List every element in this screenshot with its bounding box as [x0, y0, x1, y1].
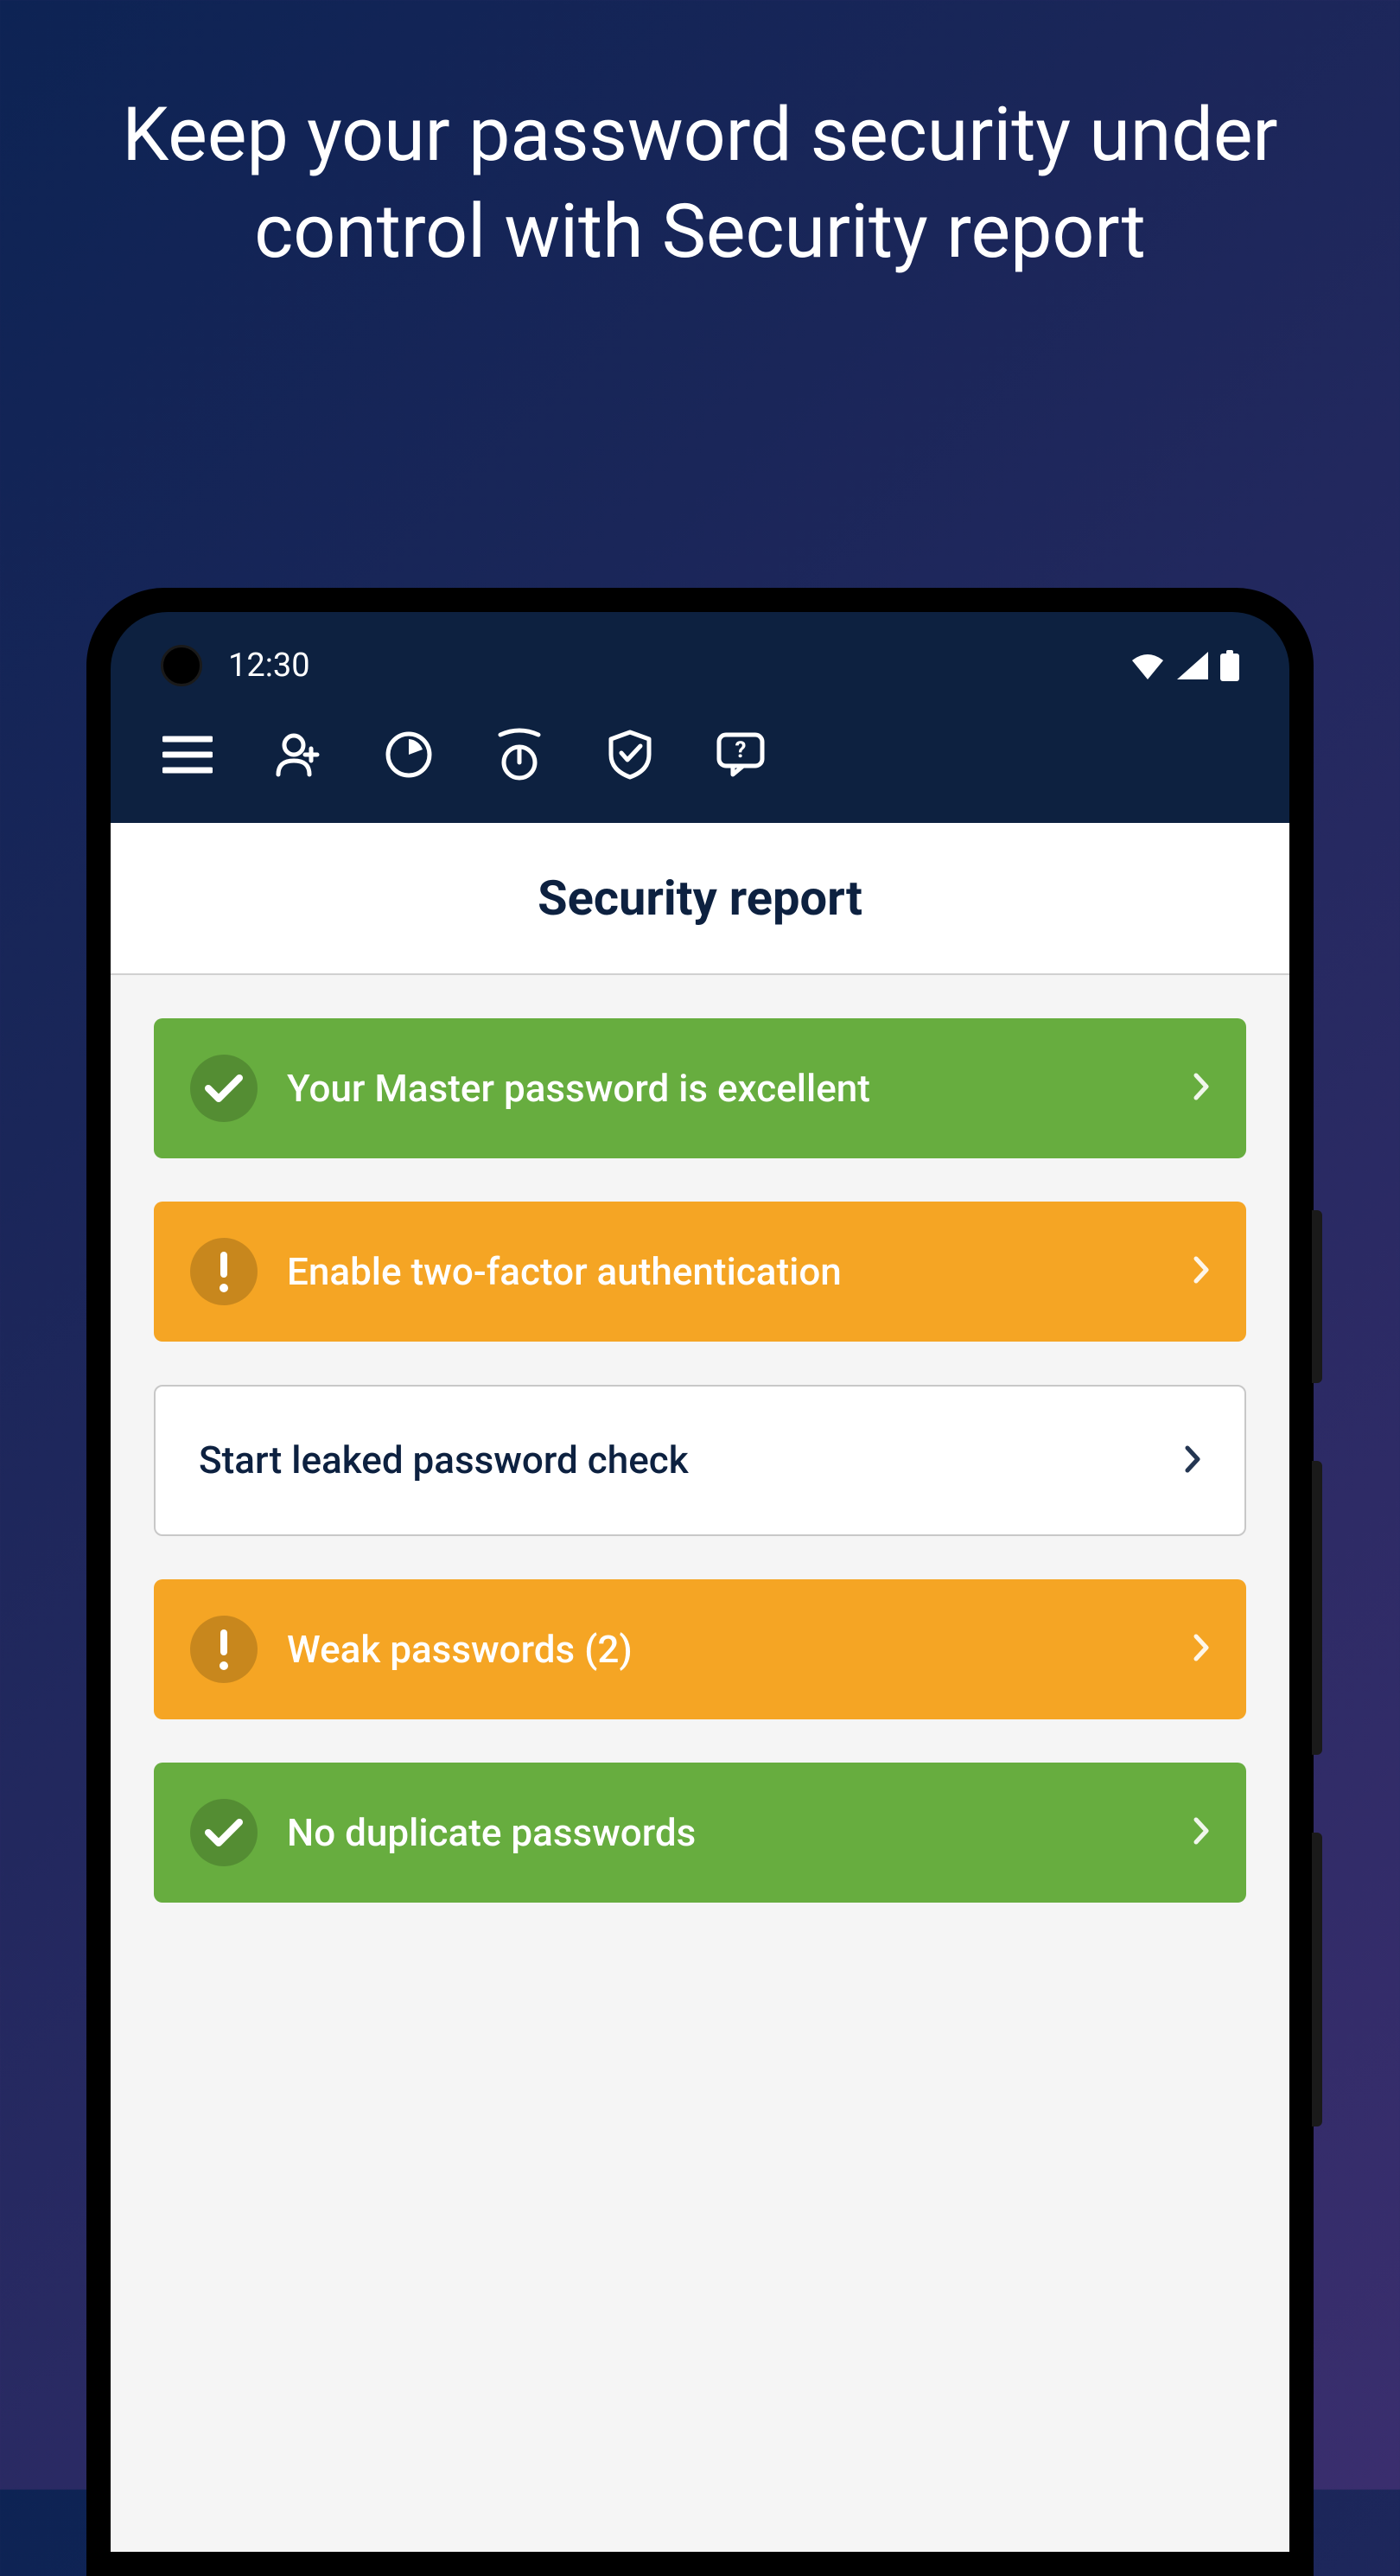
- shield-check-icon[interactable]: [605, 730, 655, 780]
- status-time: 12:30: [228, 647, 310, 685]
- page-title-bar: Security report: [111, 823, 1289, 975]
- card-label: Weak passwords (2): [287, 1626, 1175, 1674]
- app-toolbar: ?: [111, 709, 1289, 823]
- page-title: Security report: [111, 870, 1289, 927]
- card-label: Start leaked password check: [199, 1437, 1167, 1484]
- card-master-password[interactable]: Your Master password is excellent: [154, 1018, 1246, 1158]
- card-no-duplicates[interactable]: No duplicate passwords: [154, 1763, 1246, 1903]
- svg-text:?: ?: [735, 737, 747, 763]
- user-icon[interactable]: [273, 730, 323, 780]
- clock-icon[interactable]: [384, 730, 434, 780]
- help-icon[interactable]: ?: [716, 730, 766, 780]
- phone-side-button: [1312, 1461, 1322, 1755]
- signal-icon: [1177, 652, 1208, 679]
- phone-side-button: [1312, 1210, 1322, 1383]
- phone-frame: 12:30 ?: [86, 588, 1314, 2576]
- phone-side-button: [1312, 1833, 1322, 2126]
- phone-screen: 12:30 ?: [111, 612, 1289, 2552]
- menu-icon[interactable]: [162, 730, 213, 780]
- chevron-right-icon: [1193, 1066, 1210, 1111]
- alert-icon: [190, 1238, 258, 1305]
- status-bar: 12:30: [111, 612, 1289, 709]
- chevron-right-icon: [1193, 1249, 1210, 1294]
- promo-heading: Keep your password security under contro…: [0, 0, 1400, 280]
- card-label: No duplicate passwords: [287, 1809, 1175, 1857]
- chevron-right-icon: [1184, 1438, 1201, 1483]
- battery-icon: [1220, 650, 1239, 681]
- check-icon: [190, 1799, 258, 1866]
- card-leaked-check[interactable]: Start leaked password check: [154, 1385, 1246, 1536]
- wifi-icon: [1130, 652, 1165, 679]
- card-label: Your Master password is excellent: [287, 1065, 1175, 1113]
- card-weak-passwords[interactable]: Weak passwords (2): [154, 1579, 1246, 1719]
- alert-icon: [190, 1616, 258, 1683]
- card-label: Enable two-factor authentication: [287, 1248, 1175, 1296]
- content-area: Your Master password is excellent Enable…: [111, 975, 1289, 2552]
- card-two-factor[interactable]: Enable two-factor authentication: [154, 1202, 1246, 1342]
- camera-hole: [161, 645, 202, 686]
- chevron-right-icon: [1193, 1810, 1210, 1855]
- chevron-right-icon: [1193, 1627, 1210, 1672]
- power-icon[interactable]: [494, 730, 544, 780]
- status-icons: [1130, 650, 1239, 681]
- check-icon: [190, 1055, 258, 1122]
